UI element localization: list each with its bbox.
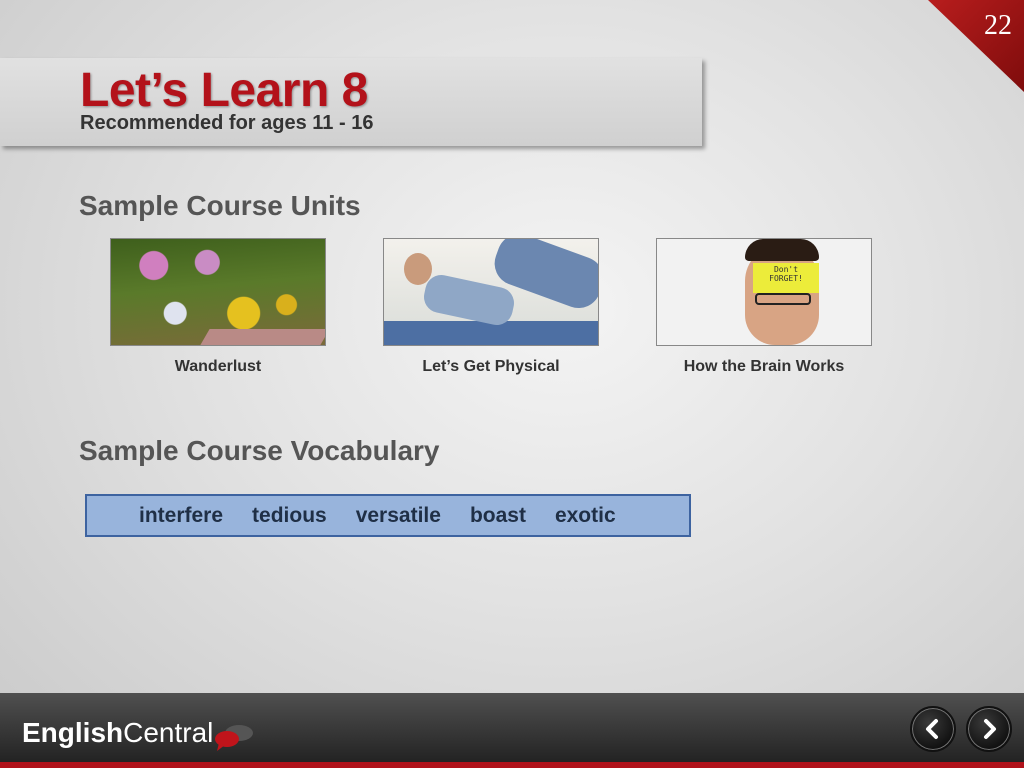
units-heading: Sample Course Units <box>79 190 361 221</box>
vocab-word: exotic <box>554 503 616 527</box>
vocabulary-heading: Sample Course Vocabulary <box>79 435 440 466</box>
unit-card-physical[interactable]: Let’s Get Physical <box>383 238 599 376</box>
brain-image: Don't FORGET! <box>656 238 872 346</box>
page-title: Let’s Learn 8 <box>80 64 368 117</box>
vocab-word: boast <box>469 503 526 527</box>
page-subtitle: Recommended for ages 11 - 16 <box>80 112 374 134</box>
next-button[interactable] <box>966 706 1012 752</box>
vocab-word: versatile <box>355 503 441 527</box>
vocabulary-box: interfere tedious versatile boast exotic <box>85 494 691 537</box>
footer-bar: EnglishCentral <box>0 693 1024 768</box>
chevron-left-icon <box>926 719 938 739</box>
prev-button[interactable] <box>910 706 956 752</box>
unit-label: Wanderlust <box>174 358 262 375</box>
speech-bubble-icon <box>215 725 253 751</box>
vocab-word: tedious <box>252 503 327 527</box>
fitness-image <box>383 238 599 346</box>
footer-accent-strip <box>0 762 1024 768</box>
unit-label: How the Brain Works <box>683 358 845 375</box>
sticky-note: Don't FORGET! <box>753 263 819 293</box>
chevron-right-icon <box>984 719 996 739</box>
vocab-word: interfere <box>139 503 224 527</box>
englishcentral-logo: EnglishCentral <box>22 717 214 748</box>
garden-image <box>110 238 326 346</box>
unit-card-wanderlust[interactable]: Wanderlust <box>110 238 326 376</box>
unit-label: Let’s Get Physical <box>422 358 560 375</box>
unit-card-brain[interactable]: Don't FORGET! How the Brain Works <box>656 238 872 376</box>
slide-number: 22 <box>984 10 1012 41</box>
